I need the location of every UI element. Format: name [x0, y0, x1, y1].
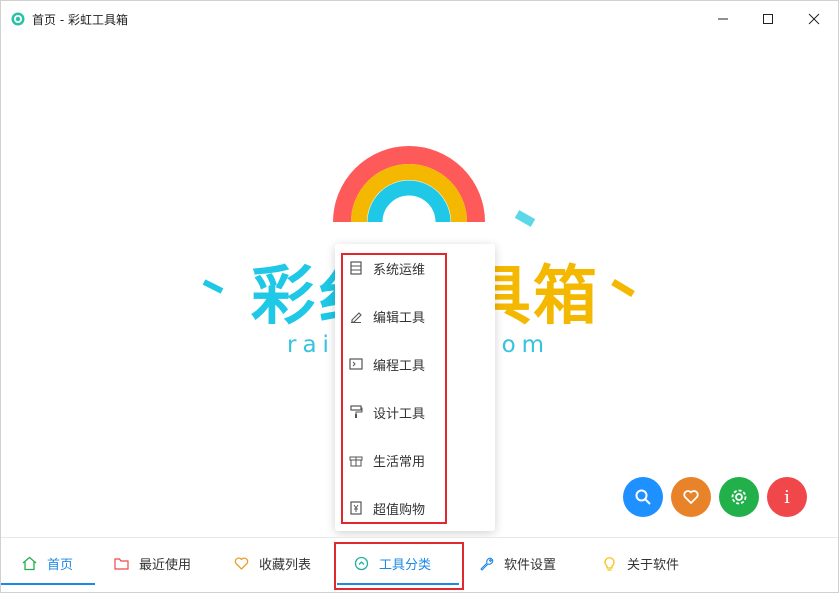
bulb-icon	[604, 556, 615, 571]
menu-item-shopping[interactable]: 超值购物	[349, 496, 479, 520]
paint-roller-icon	[350, 405, 363, 418]
menu-item-edit-tools[interactable]: 编辑工具	[349, 304, 479, 328]
tab-label: 软件设置	[504, 557, 557, 573]
menu-item-label: 设计工具	[373, 406, 426, 422]
menu-item-label: 编辑工具	[373, 310, 426, 326]
tool-category-menu: 系统运维 编辑工具 编程工具 设计工具 生活常用 超值购物	[335, 244, 495, 531]
folder-icon	[114, 557, 129, 570]
tab-label: 首页	[47, 557, 74, 573]
search-icon	[635, 489, 651, 505]
logo-subtitle-left: rai	[287, 332, 335, 358]
tab-label: 关于软件	[627, 557, 680, 573]
tab-label: 最近使用	[139, 557, 192, 573]
tab-home-underline	[1, 583, 95, 585]
app-window: 首页 - 彩虹工具箱 彩纟具箱 raicom	[0, 0, 839, 593]
menu-item-programming-tools[interactable]: 编程工具	[349, 352, 479, 376]
tab-home[interactable]: 首页	[22, 538, 73, 588]
heart-icon	[683, 490, 699, 504]
tab-recent[interactable]: 最近使用	[114, 538, 191, 588]
info-icon: i	[784, 486, 790, 508]
tab-about[interactable]: 关于软件	[602, 538, 679, 588]
search-button[interactable]	[623, 477, 663, 517]
gift-icon	[349, 456, 363, 467]
menu-item-daily-use[interactable]: 生活常用	[349, 448, 479, 472]
info-button[interactable]: i	[767, 477, 807, 517]
menu-item-system-ops[interactable]: 系统运维	[349, 256, 479, 280]
tab-settings[interactable]: 软件设置	[479, 538, 556, 588]
tab-label: 收藏列表	[259, 557, 312, 573]
server-icon	[350, 261, 362, 275]
menu-item-design-tools[interactable]: 设计工具	[349, 400, 479, 424]
home-icon	[22, 556, 37, 570]
terminal-icon	[349, 358, 363, 370]
heart-icon	[234, 556, 249, 570]
logo-title-left: 彩	[251, 260, 317, 334]
yen-icon	[350, 501, 362, 515]
gear-icon	[731, 489, 747, 505]
settings-button[interactable]	[719, 477, 759, 517]
wrench-icon	[480, 557, 494, 571]
pen-icon	[351, 312, 362, 323]
highlight-frame	[341, 253, 447, 524]
favorite-button[interactable]	[671, 477, 711, 517]
highlight-frame	[334, 542, 464, 590]
menu-item-label: 超值购物	[373, 502, 426, 518]
menu-item-label: 编程工具	[373, 358, 426, 374]
tab-favorites[interactable]: 收藏列表	[234, 538, 311, 588]
menu-item-label: 系统运维	[373, 262, 426, 278]
menu-item-label: 生活常用	[373, 454, 426, 470]
